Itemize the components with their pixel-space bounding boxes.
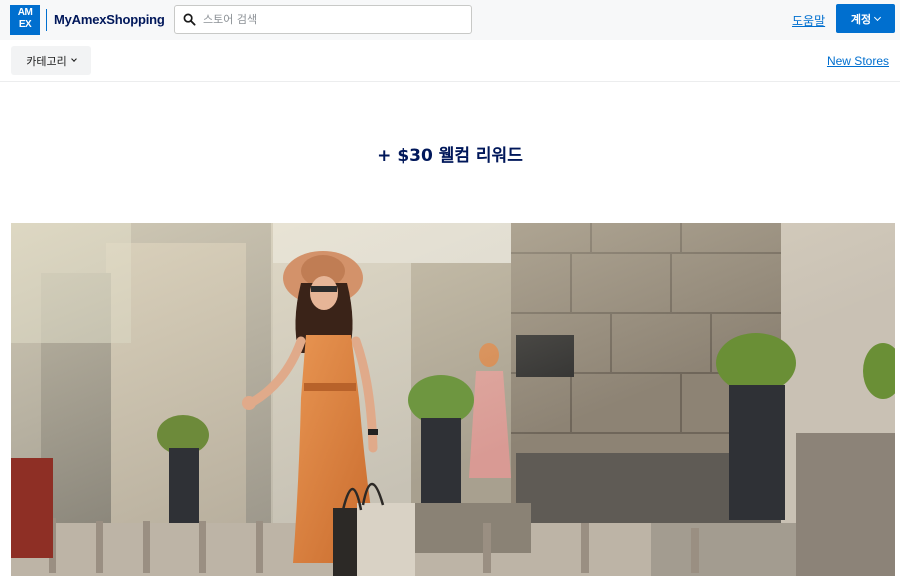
help-link[interactable]: 도움말 — [792, 12, 825, 29]
new-stores-link[interactable]: New Stores — [827, 54, 889, 68]
search-icon — [183, 13, 196, 26]
account-button[interactable]: 계정 — [836, 4, 895, 33]
account-button-label: 계정 — [850, 12, 872, 26]
logo-text-line1: AM — [17, 7, 33, 18]
top-header: AM EX MyAmexShopping 도움말 계정 — [0, 0, 900, 40]
logo-divider — [46, 9, 47, 31]
amex-logo[interactable]: AM EX — [10, 5, 40, 35]
hero-image[interactable] — [11, 223, 895, 576]
brand-name[interactable]: MyAmexShopping — [54, 12, 165, 27]
hero-photo-illustration — [11, 223, 895, 576]
sub-navigation: 카테고리 New Stores — [0, 40, 900, 82]
chevron-down-icon — [70, 56, 77, 62]
logo-text-line2: EX — [18, 19, 32, 30]
store-search[interactable] — [174, 5, 472, 34]
welcome-reward-headline: + $30 웰컴 리워드 — [377, 146, 523, 166]
category-dropdown[interactable]: 카테고리 — [11, 46, 91, 75]
category-dropdown-label: 카테고리 — [26, 54, 67, 68]
chevron-down-icon — [874, 13, 882, 21]
search-input[interactable] — [203, 9, 463, 30]
